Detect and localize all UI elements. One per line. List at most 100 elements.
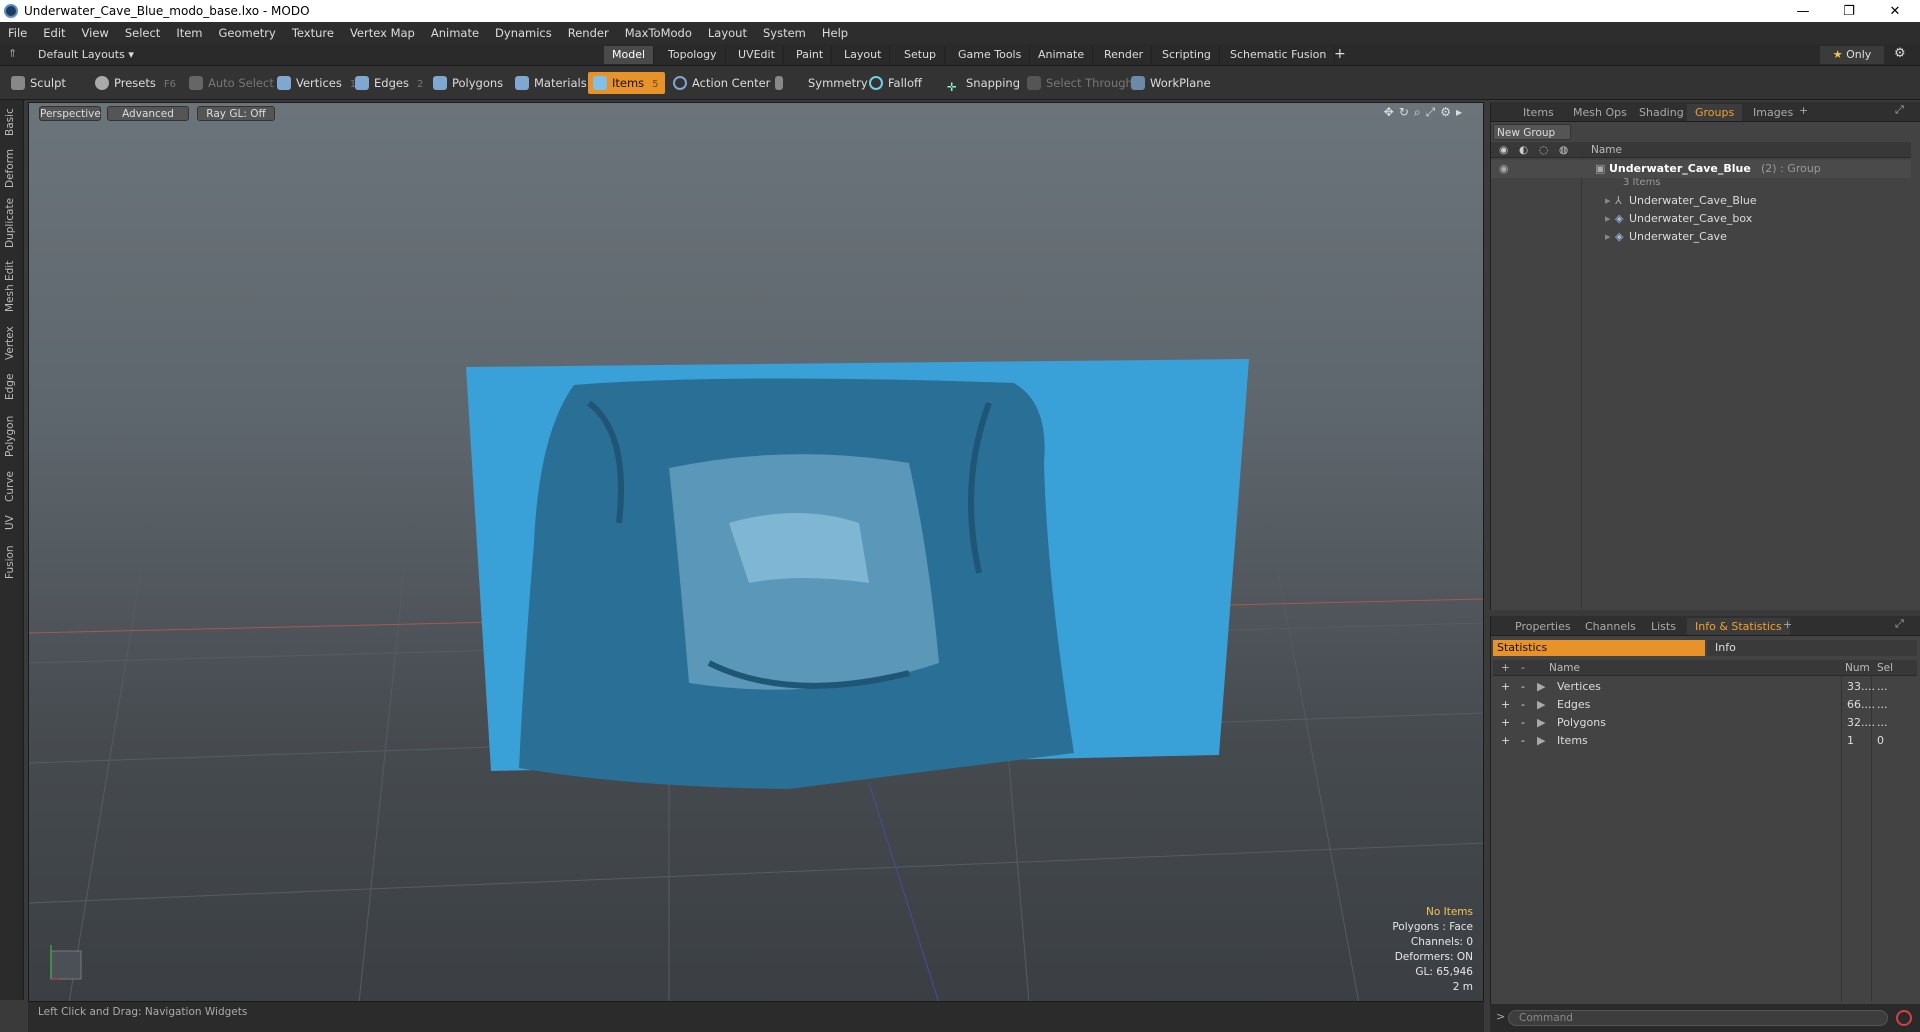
tab-info-statistics[interactable]: Info & Statistics: [1687, 618, 1790, 635]
statistics-subtab[interactable]: Statistics: [1493, 640, 1705, 656]
add-tab-button[interactable]: +: [1799, 104, 1808, 117]
vertices-button[interactable]: Vertices 1: [272, 72, 362, 94]
menu-select[interactable]: Select: [117, 26, 168, 40]
perspective-button[interactable]: Perspective: [39, 106, 101, 121]
list-item[interactable]: ▸ ◈ Underwater_Cave: [1491, 228, 1911, 246]
group-visibility-icon[interactable]: ◉: [1499, 160, 1509, 178]
layout-dropdown[interactable]: Default Layouts ▾: [38, 48, 134, 61]
items-button[interactable]: Items 5: [588, 72, 665, 94]
menu-geometry[interactable]: Geometry: [211, 26, 284, 40]
tab-uvedit[interactable]: UVEdit: [730, 46, 784, 64]
menu-texture[interactable]: Texture: [284, 26, 342, 40]
remove-icon[interactable]: -: [1521, 696, 1525, 714]
tab-game-tools[interactable]: Game Tools: [950, 46, 1031, 64]
auto-select-button[interactable]: Auto Select: [184, 72, 280, 94]
close-button[interactable]: ✕: [1872, 0, 1918, 22]
snapping-button[interactable]: ✛ Snapping: [942, 72, 1026, 94]
add-tab-button[interactable]: +: [1783, 618, 1792, 631]
remove-icon[interactable]: -: [1521, 678, 1525, 696]
tab-uv[interactable]: UV: [4, 512, 20, 534]
remove-icon[interactable]: -: [1521, 714, 1525, 732]
tab-paint[interactable]: Paint: [788, 46, 833, 64]
menu-render[interactable]: Render: [560, 26, 617, 40]
table-row[interactable]: + - ▶ Edges 66.... ...: [1493, 696, 1917, 714]
expand-icon[interactable]: ▸: [1605, 210, 1611, 228]
table-row[interactable]: + - ▶ Vertices 33.... ...: [1493, 678, 1917, 696]
menu-system[interactable]: System: [755, 26, 814, 40]
tab-scripting[interactable]: Scripting: [1154, 46, 1220, 64]
tab-basic[interactable]: Basic: [4, 104, 20, 140]
select-through-button[interactable]: Select Through: [1022, 72, 1139, 94]
menu-help[interactable]: Help: [814, 26, 856, 40]
presets-button[interactable]: Presets F6: [90, 72, 182, 94]
tab-animate[interactable]: Animate: [1030, 46, 1094, 64]
table-row[interactable]: + - ▶ Polygons 32.... ...: [1493, 714, 1917, 732]
menu-item[interactable]: Item: [168, 26, 210, 40]
tab-properties[interactable]: Properties: [1507, 618, 1579, 635]
expand-icon[interactable]: ▸: [1605, 192, 1611, 210]
expand-icon[interactable]: ▶: [1537, 696, 1545, 714]
tab-lists[interactable]: Lists: [1643, 618, 1684, 635]
minimize-button[interactable]: —: [1780, 0, 1826, 22]
advanced-button[interactable]: Advanced: [107, 106, 189, 121]
tab-schematic-fusion[interactable]: Schematic Fusion: [1222, 46, 1336, 64]
tab-curve[interactable]: Curve: [4, 468, 20, 506]
gear-icon[interactable]: ⚙: [1894, 46, 1906, 61]
add-icon[interactable]: +: [1501, 732, 1510, 750]
expand-panel-icon[interactable]: ⤢: [1895, 103, 1904, 117]
menu-layout[interactable]: Layout: [700, 26, 755, 40]
add-layout-button[interactable]: +: [1334, 46, 1346, 62]
list-item[interactable]: ▸ ⅄ Underwater_Cave_Blue: [1491, 192, 1911, 210]
expand-icon[interactable]: ▶: [1537, 678, 1545, 696]
new-group-button[interactable]: New Group: [1493, 124, 1571, 140]
remove-all-icon[interactable]: -: [1521, 660, 1525, 676]
tab-mesh-edit[interactable]: Mesh Edit: [4, 256, 20, 316]
menu-file[interactable]: File: [0, 26, 35, 40]
polygons-button[interactable]: Polygons: [428, 72, 509, 94]
workplane-button[interactable]: WorkPlane: [1126, 72, 1217, 94]
falloff-button[interactable]: Falloff: [864, 72, 928, 94]
add-icon[interactable]: +: [1501, 696, 1510, 714]
group-row[interactable]: ◉ ▣ Underwater_Cave_Blue (2) : Group: [1491, 160, 1911, 178]
tab-edge[interactable]: Edge: [4, 370, 20, 404]
3d-viewport[interactable]: Perspective Advanced Ray GL: Off ✥↻⌕⤢⚙▸ …: [28, 102, 1484, 1002]
tab-layout[interactable]: Layout: [836, 46, 891, 64]
collapse-icon[interactable]: ⇑: [8, 47, 17, 60]
table-row[interactable]: + - ▶ Items 1 0: [1493, 732, 1917, 750]
expand-icon[interactable]: ▸: [1605, 228, 1611, 246]
tab-deform[interactable]: Deform: [4, 146, 20, 190]
raygl-button[interactable]: Ray GL: Off: [197, 106, 275, 121]
tab-polygon[interactable]: Polygon: [4, 410, 20, 462]
add-icon[interactable]: +: [1501, 678, 1510, 696]
tab-render[interactable]: Render: [1096, 46, 1153, 64]
tab-fusion[interactable]: Fusion: [4, 540, 20, 584]
menu-vertex-map[interactable]: Vertex Map: [342, 26, 423, 40]
tab-setup[interactable]: Setup: [896, 46, 946, 64]
list-item[interactable]: ▸ ◈ Underwater_Cave_box: [1491, 210, 1911, 228]
tab-model[interactable]: Model: [604, 46, 655, 64]
expand-icon[interactable]: ▶: [1537, 732, 1545, 750]
sculpt-button[interactable]: Sculpt: [6, 72, 72, 94]
info-subtab[interactable]: Info: [1707, 640, 1917, 656]
materials-button[interactable]: Materials: [510, 72, 593, 94]
expand-icon[interactable]: ▶: [1537, 714, 1545, 732]
tab-images[interactable]: Images: [1745, 104, 1801, 121]
tab-topology[interactable]: Topology: [660, 46, 726, 64]
menu-maxtomodo[interactable]: MaxToModo: [617, 26, 700, 40]
menu-view[interactable]: View: [74, 26, 117, 40]
tab-vertex[interactable]: Vertex: [4, 322, 20, 364]
tab-mesh-ops[interactable]: Mesh Ops: [1565, 104, 1635, 121]
tab-groups[interactable]: Groups: [1687, 104, 1743, 121]
action-center-button[interactable]: Action Center: [668, 72, 776, 94]
menu-dynamics[interactable]: Dynamics: [487, 26, 560, 40]
tab-items[interactable]: Items: [1515, 104, 1562, 121]
only-button[interactable]: ★ Only: [1820, 46, 1884, 64]
menu-edit[interactable]: Edit: [35, 26, 73, 40]
command-input[interactable]: Command: [1508, 1010, 1888, 1026]
maximize-button[interactable]: ❐: [1826, 0, 1872, 22]
tab-shading[interactable]: Shading: [1631, 104, 1692, 121]
add-icon[interactable]: +: [1501, 714, 1510, 732]
add-all-icon[interactable]: +: [1501, 660, 1510, 676]
remove-icon[interactable]: -: [1521, 732, 1525, 750]
tab-channels[interactable]: Channels: [1577, 618, 1644, 635]
